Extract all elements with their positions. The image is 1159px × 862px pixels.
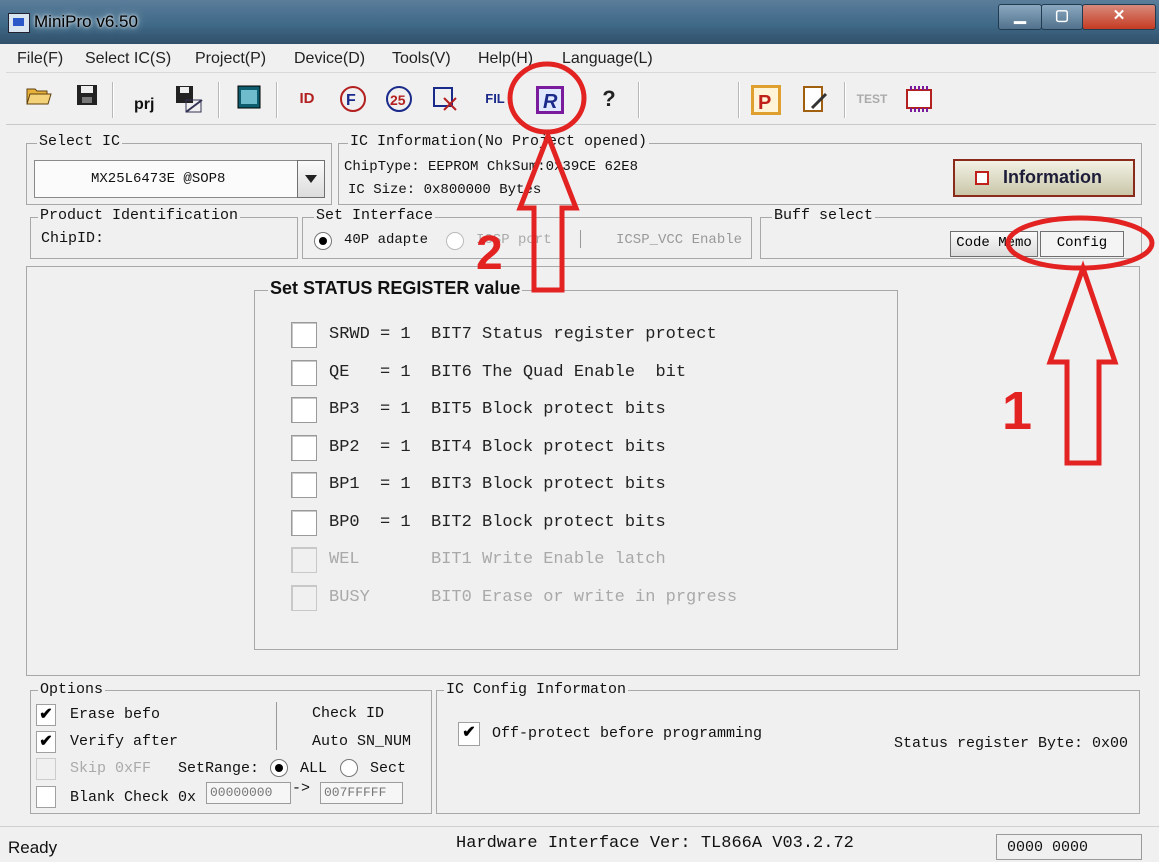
annotation-arrow-1 xyxy=(1046,260,1119,466)
annotation-label-2: 2 xyxy=(476,227,503,280)
app-window: MiniPro v6.50 ▁ ▢ ✕ File(F) Select IC(S)… xyxy=(0,0,1159,862)
annotation-arrow-2 xyxy=(516,129,580,293)
annotation-overlay xyxy=(507,61,1155,466)
annotation-circle-config xyxy=(1005,215,1155,271)
annotation-label-1: 1 xyxy=(1002,381,1033,441)
annotation-circle-r xyxy=(507,61,587,135)
